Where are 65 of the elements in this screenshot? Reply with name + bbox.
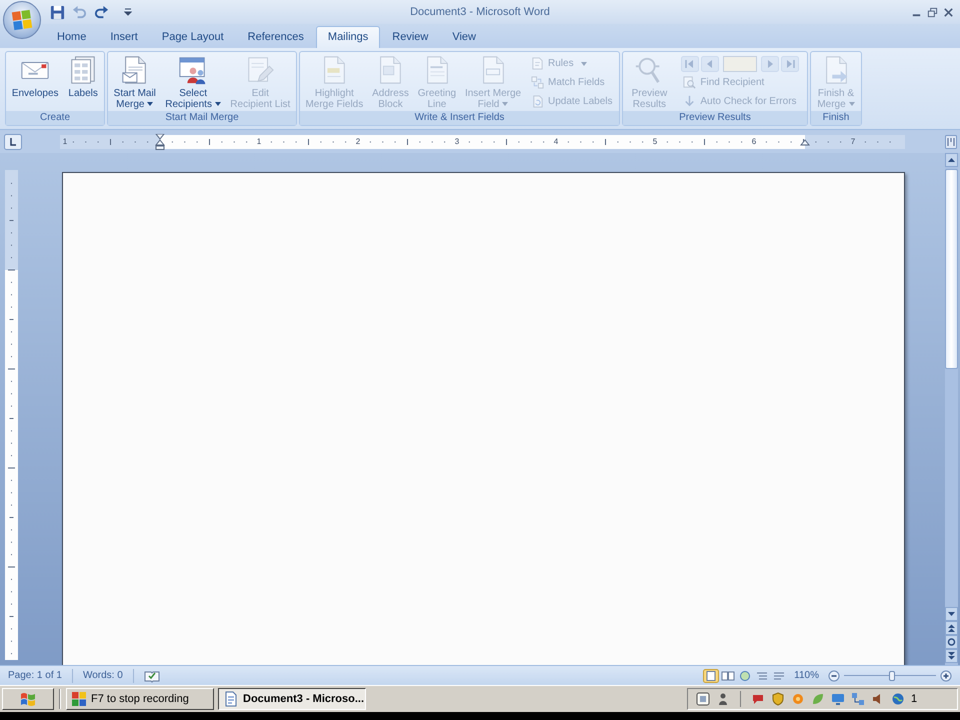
ruler-number: 6 xyxy=(752,136,756,148)
taskbar-button[interactable]: F7 to stop recording xyxy=(66,688,214,710)
book-view-icon[interactable] xyxy=(720,668,736,682)
vertical-scrollbar[interactable] xyxy=(945,153,958,665)
ribbon-tab[interactable]: Home xyxy=(45,26,98,48)
window-title: Document3 - Microsoft Word xyxy=(410,6,550,18)
ribbon-tab[interactable]: Review xyxy=(380,26,440,48)
clock: 1 xyxy=(911,693,918,705)
ribbon-button[interactable]: Start Mail Merge xyxy=(112,54,157,111)
page-view-icon[interactable] xyxy=(703,668,720,682)
sheet-search-icon xyxy=(683,76,696,89)
network-icon[interactable] xyxy=(851,692,865,706)
ruler-number: 4 xyxy=(554,136,558,148)
group-label: Create xyxy=(6,111,104,125)
restore-icon[interactable] xyxy=(927,6,938,18)
ruler-number: 7 xyxy=(850,136,856,148)
office-logo-icon xyxy=(10,8,34,32)
down-arrow-icon xyxy=(683,95,696,108)
tab-stop-icon[interactable] xyxy=(4,134,22,150)
start-button[interactable] xyxy=(2,688,54,710)
ribbon-button[interactable]: Select Recipients xyxy=(164,54,222,111)
bubble-icon[interactable] xyxy=(751,692,765,706)
save-icon[interactable] xyxy=(50,4,65,20)
group-label: Start Mail Merge xyxy=(108,111,296,125)
close-icon[interactable] xyxy=(943,6,954,18)
linked-squares-icon xyxy=(531,76,544,89)
ribbon-tab[interactable]: View xyxy=(440,26,488,48)
scrollbar-thumb[interactable] xyxy=(945,169,958,369)
indent-marker-icon[interactable] xyxy=(155,134,165,150)
taskbar-button[interactable]: Document3 - Microso... xyxy=(218,688,366,710)
sheet-icon xyxy=(531,57,544,70)
ribbon-tab[interactable]: Mailings xyxy=(316,26,380,48)
zoom-in-icon[interactable] xyxy=(940,670,952,682)
zoom-out-icon[interactable] xyxy=(828,670,840,682)
ruler-number: 1 xyxy=(256,136,262,148)
group-label: Preview Results xyxy=(623,111,807,125)
ribbon-tab[interactable]: Insert xyxy=(98,26,150,48)
document-icon xyxy=(223,691,239,707)
globe-icon[interactable] xyxy=(891,692,905,706)
ribbon-tab[interactable]: References xyxy=(236,26,316,48)
ribbon-button[interactable]: Labels xyxy=(67,54,100,100)
ruler-number: 3 xyxy=(454,136,460,148)
circle-icon[interactable] xyxy=(945,635,958,649)
page-count[interactable]: Page: 1 of 1 xyxy=(8,670,62,681)
square-icon[interactable] xyxy=(696,692,710,706)
customize-caret-icon[interactable] xyxy=(124,8,132,16)
ribbon-tab[interactable]: Page Layout xyxy=(150,26,236,48)
group-label: Finish xyxy=(811,111,861,125)
zoom-level[interactable]: 110% xyxy=(794,670,819,681)
flag-icon xyxy=(20,691,36,707)
monitor-icon[interactable] xyxy=(831,692,845,706)
four-squares-icon xyxy=(71,691,87,707)
ruler-number: 1 xyxy=(62,136,68,148)
ribbon-button[interactable]: Envelopes xyxy=(10,54,60,100)
shield-icon[interactable] xyxy=(771,692,785,706)
group-label: Write & Insert Fields xyxy=(300,111,619,125)
person-icon[interactable] xyxy=(716,692,730,706)
redo-icon[interactable] xyxy=(94,4,109,20)
book-check-icon[interactable] xyxy=(144,668,160,682)
refresh-sheet-icon xyxy=(531,95,544,108)
zoom-slider-thumb[interactable] xyxy=(888,670,895,680)
ruler-number: 5 xyxy=(652,136,658,148)
ruler-number: 2 xyxy=(356,136,360,148)
word-count[interactable]: Words: 0 xyxy=(82,670,123,681)
ruler-toggle-icon[interactable] xyxy=(945,134,957,148)
